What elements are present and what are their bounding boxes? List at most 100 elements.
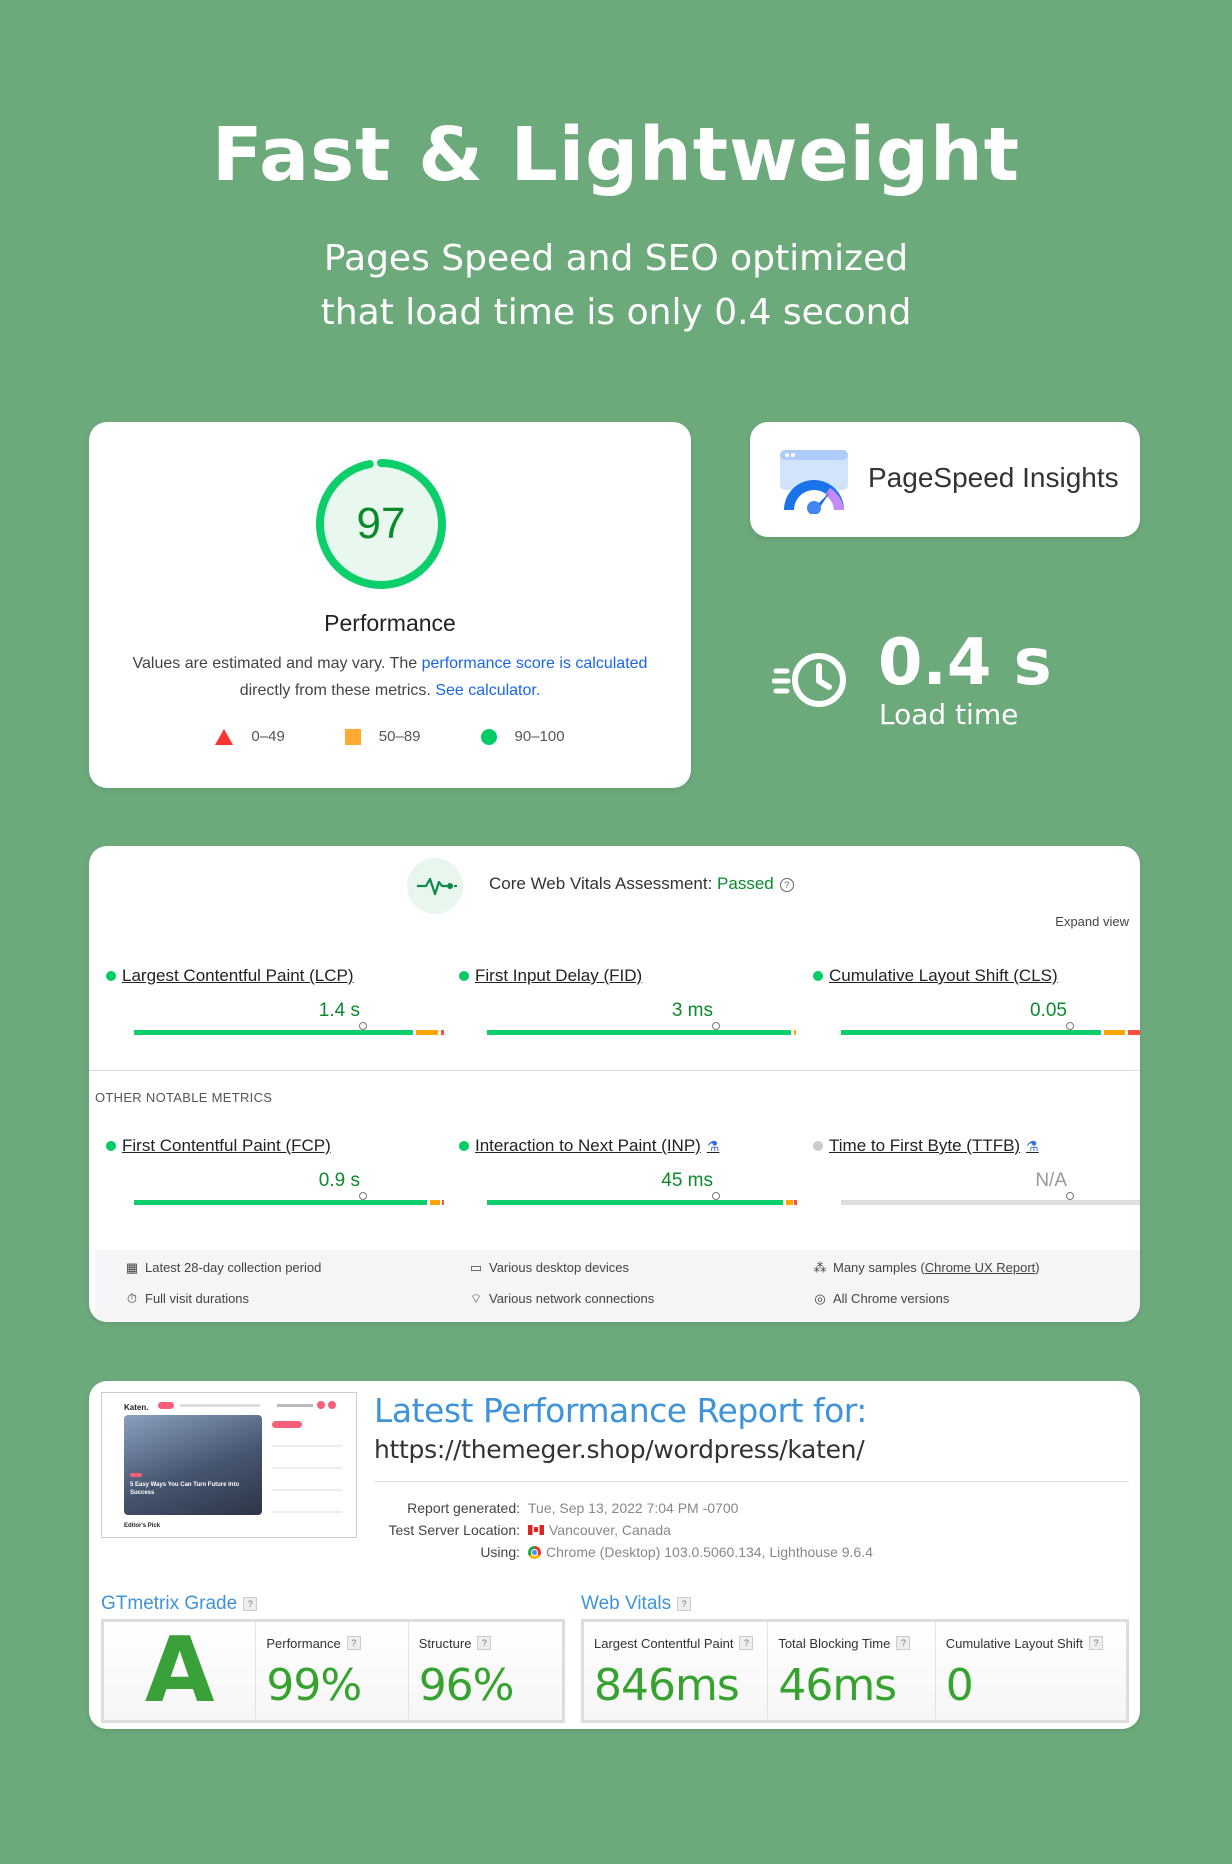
lcp-value: 846ms [594,1660,740,1711]
gtmetrix-grade-title: GTmetrix Grade? [101,1593,258,1615]
cell-label: Total Blocking Time? [778,1636,911,1651]
footer-network: ⌔ Various network connections [469,1291,654,1306]
calendar-icon: ▦ [125,1259,139,1275]
help-icon[interactable]: ? [779,878,794,892]
cls-cell: Cumulative Layout Shift? 0 [936,1622,1126,1720]
tbt-cell: Total Blocking Time? 46ms [768,1622,936,1720]
percentile-marker [359,1192,367,1200]
help-icon[interactable]: ? [477,1636,492,1650]
cell-label-text: Structure [418,1636,472,1651]
footer-collection: ▦ Latest 28-day collection period [125,1259,322,1275]
pagespeed-card: PageSpeed Insights [750,422,1140,537]
thumbnail-headline: 5 Easy Ways You Can Turn Future Into Suc… [130,1482,240,1496]
metric-name[interactable]: Largest Contentful Paint (LCP) [122,966,354,986]
percentile-marker [359,1022,367,1030]
thumbnail-logo: Katen. [124,1403,149,1412]
report-title: Latest Performance Report for: [374,1391,867,1430]
help-icon[interactable]: ? [346,1636,361,1650]
circle-icon [480,728,497,745]
performance-score: 97 [356,499,406,548]
metric-name[interactable]: First Input Delay (FID) [475,966,642,986]
report-url[interactable]: https://themeger.shop/wordpress/katen/ [374,1435,865,1464]
report-meta: Report generated: Tue, Sep 13, 2022 7:04 … [374,1497,1074,1563]
cls-value: 0 [945,1660,974,1711]
meta-key: Using: [480,1544,520,1560]
devices-icon: ▭ [469,1259,483,1275]
score-calculated-link[interactable]: performance score is calculated [422,655,648,672]
distribution-bar [134,1030,444,1035]
hero-title: Fast & Lightweight [211,112,1021,198]
metric-name[interactable]: Time to First Byte (TTFB) ⚗ [829,1136,1039,1156]
percentile-marker [712,1022,720,1030]
help-icon[interactable]: ? [1089,1636,1104,1650]
structure-cell: Structure? 96% [409,1622,562,1720]
footer-samples: ⁂ Many samples (Chrome UX Report) [813,1260,1040,1275]
cell-label: Structure? [419,1636,492,1651]
footer-versions: ◎ All Chrome versions [813,1291,949,1306]
distribution-bar [841,1030,1140,1035]
percentile-marker [712,1192,720,1200]
meta-value: Tue, Sep 13, 2022 7:04 PM -0700 [528,1500,739,1516]
cell-label-text: Cumulative Layout Shift [945,1636,1084,1651]
performance-cell: Performance? 99% [256,1622,409,1720]
metric-value: 45 ms [661,1170,713,1191]
triangle-icon [215,728,234,745]
hero-subtitle: Pages Speed and SEO optimized that load … [0,232,1232,340]
chrome-ux-report-link[interactable]: Chrome UX Report [925,1260,1036,1275]
metric-value: 0.05 [1030,1000,1067,1021]
legend-label: 90–100 [514,728,565,745]
cell-label-text: Performance [266,1636,341,1651]
report-divider [374,1481,1129,1482]
cwv-footer: ▦ Latest 28-day collection period ⏱ Full v… [95,1250,1140,1322]
metric-name[interactable]: Cumulative Layout Shift (CLS) [829,966,1058,986]
meta-row-location: Test Server Location: Vancouver, Canada [374,1519,1074,1541]
see-calculator-link[interactable]: See calculator. [435,682,540,699]
expand-view-button[interactable]: Expand view [1055,914,1129,929]
help-icon[interactable]: ? [677,1597,692,1611]
performance-label: Performance [324,610,456,636]
legend-label: 50–89 [378,728,421,745]
footer-durations: ⏱ Full visit durations [125,1291,249,1306]
lcp-cell: Largest Contentful Paint? 846ms [584,1622,769,1720]
gtmetrix-card: Katen. 5 Easy Ways You Can Turn Future I… [89,1381,1140,1729]
cell-label-text: Total Blocking Time [778,1636,891,1651]
metric-value: 1.4 s [318,1000,360,1021]
load-time-value: 0.4 s [878,626,1052,700]
fast-clock-icon [772,653,846,707]
section-title-text: Web Vitals [581,1593,672,1614]
footer-devices: ▭ Various desktop devices [469,1260,629,1275]
help-icon[interactable]: ? [896,1636,911,1650]
distribution-bar [487,1200,797,1205]
footer-text: Various desktop devices [489,1260,629,1275]
status-dot [813,1141,823,1151]
pagespeed-gauge-icon [780,450,848,514]
square-icon [344,728,361,745]
thumbnail-hero-image: 5 Easy Ways You Can Turn Future Into Suc… [124,1415,262,1515]
grade-cell: A [104,1622,257,1720]
distribution-bar [487,1030,796,1035]
core-web-vitals-card: Core Web Vitals Assessment: Passed? Expa… [89,846,1140,1322]
canada-flag-icon [528,1525,544,1535]
thumbnail-button [328,1401,336,1409]
metric-value: 0.9 s [318,1170,360,1191]
legend-label: 0–49 [251,728,285,745]
chrome-icon [528,1545,541,1559]
meta-key: Test Server Location: [388,1522,520,1538]
status-dot [106,1141,116,1151]
cell-label-text: Largest Contentful Paint [594,1636,734,1651]
web-vitals-title: Web Vitals? [581,1593,692,1615]
meta-row-generated: Report generated: Tue, Sep 13, 2022 7:04 … [374,1497,1074,1519]
status-dot [459,971,469,981]
thumbnail-nav [180,1404,260,1407]
section-divider [89,1070,1140,1071]
help-icon[interactable]: ? [243,1597,258,1611]
metric-name[interactable]: Interaction to Next Paint (INP) ⚗ [475,1136,719,1156]
metric-name-text: Time to First Byte (TTFB) [829,1136,1021,1155]
metric-name[interactable]: First Contentful Paint (FCP) [122,1136,331,1156]
structure-value: 96% [418,1660,515,1711]
help-icon[interactable]: ? [739,1636,754,1650]
hero-subtitle-line1: Pages Speed and SEO optimized [323,238,909,279]
thumbnail-post-list [272,1439,342,1519]
performance-card: 97 Performance Values are estimated and … [89,422,691,788]
meta-row-using: Using: Chrome (Desktop) 103.0.5060.134, L… [374,1541,1074,1563]
